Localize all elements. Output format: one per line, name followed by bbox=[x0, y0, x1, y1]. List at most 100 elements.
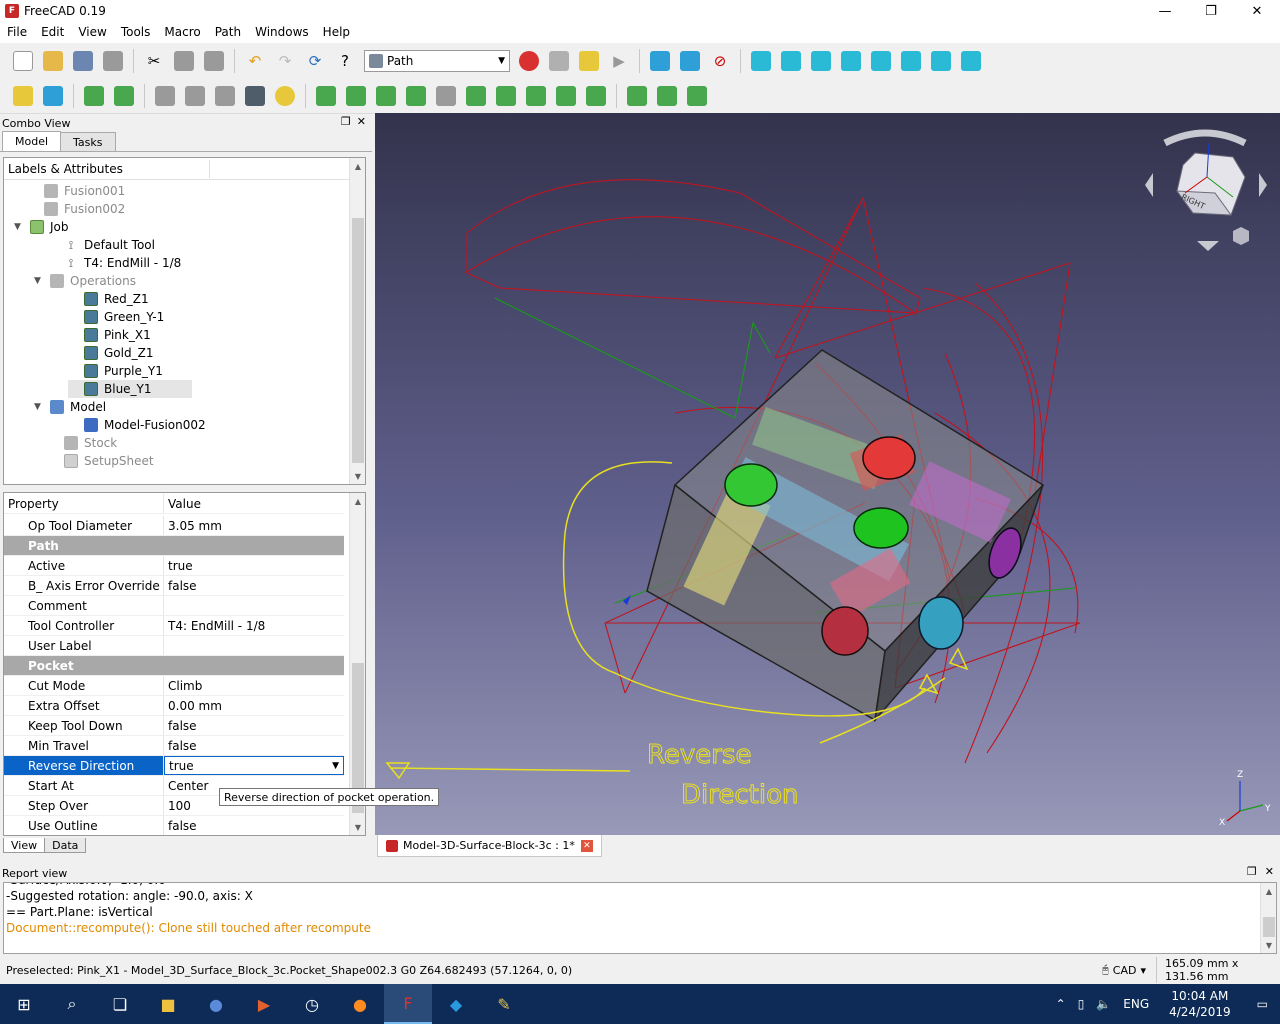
pocket-shape-button[interactable] bbox=[373, 83, 399, 109]
tree-item[interactable]: ⟟ Default Tool bbox=[48, 236, 155, 254]
restore-button[interactable]: ❐ bbox=[1188, 0, 1234, 22]
property-row[interactable]: Op Tool Diameter 3.05 mm bbox=[4, 516, 344, 536]
tree-item[interactable]: Blue_Y1 bbox=[68, 380, 192, 398]
tab-view[interactable]: View bbox=[3, 838, 46, 853]
scrollbar-thumb[interactable] bbox=[352, 218, 364, 463]
property-group[interactable]: Pocket bbox=[4, 656, 344, 676]
nav-left-arrow-icon[interactable] bbox=[1145, 173, 1153, 197]
engrave-button[interactable] bbox=[523, 83, 549, 109]
property-row[interactable]: Use Outline false bbox=[4, 816, 344, 835]
measure-button[interactable] bbox=[958, 48, 984, 74]
fit-all-button[interactable] bbox=[647, 48, 673, 74]
inspect-button[interactable] bbox=[242, 83, 268, 109]
app-button[interactable]: ● bbox=[192, 984, 240, 1024]
report-log[interactable]: -Surface/Axis:0.0, -1.0, 0.0 -Suggested r… bbox=[3, 882, 1277, 954]
refresh-button[interactable]: ⟳ bbox=[302, 48, 328, 74]
chevron-down-icon[interactable]: ▼ bbox=[332, 761, 339, 771]
stop-macro-button[interactable] bbox=[546, 48, 572, 74]
menu-file[interactable]: File bbox=[0, 22, 34, 43]
media-button[interactable]: ▶ bbox=[240, 984, 288, 1024]
volume-icon[interactable]: 🔈 bbox=[1096, 997, 1111, 1011]
paint-button[interactable]: ✎ bbox=[480, 984, 528, 1024]
document-tab[interactable]: Model-3D-Surface-Block-3c : 1* ✕ bbox=[377, 835, 602, 857]
part-folder-button[interactable] bbox=[40, 83, 66, 109]
paste-button[interactable] bbox=[201, 48, 227, 74]
scroll-up-icon[interactable]: ▲ bbox=[350, 158, 365, 174]
menu-tools[interactable]: Tools bbox=[114, 22, 158, 43]
expand-arrow-icon[interactable]: ▼ bbox=[34, 402, 46, 412]
save-button[interactable] bbox=[70, 48, 96, 74]
scroll-up-icon[interactable]: ▲ bbox=[350, 493, 365, 509]
vscode-button[interactable]: ◆ bbox=[432, 984, 480, 1024]
tab-model[interactable]: Model bbox=[2, 131, 62, 151]
top-view-button[interactable] bbox=[808, 48, 834, 74]
expand-arrow-icon[interactable]: ▼ bbox=[34, 276, 46, 286]
menu-macro[interactable]: Macro bbox=[157, 22, 207, 43]
copy-button[interactable] bbox=[171, 48, 197, 74]
property-row[interactable]: Comment bbox=[4, 596, 344, 616]
profile-button[interactable] bbox=[313, 83, 339, 109]
float-panel-icon[interactable]: ❐ bbox=[341, 115, 351, 128]
tree-item[interactable]: ⟟ T4: EndMill - 1/8 bbox=[48, 254, 182, 272]
navigation-cube[interactable]: RIGHT bbox=[1145, 129, 1267, 251]
open-button[interactable] bbox=[40, 48, 66, 74]
start-button[interactable]: ⊞ bbox=[0, 984, 48, 1024]
sanity-button[interactable] bbox=[212, 83, 238, 109]
rear-view-button[interactable] bbox=[868, 48, 894, 74]
tree-item[interactable]: Fusion002 bbox=[28, 200, 125, 218]
scroll-up-icon[interactable]: ▲ bbox=[1261, 883, 1276, 899]
edit-macro-button[interactable] bbox=[576, 48, 602, 74]
3d-viewport[interactable]: Reverse Direction RIGHT Z Y X bbox=[375, 113, 1280, 835]
float-panel-icon[interactable]: ❐ bbox=[1247, 865, 1257, 878]
tree-scrollbar[interactable]: ▲ ▼ bbox=[349, 158, 365, 484]
close-document-icon[interactable]: ✕ bbox=[580, 839, 593, 852]
undo-button[interactable]: ↶ bbox=[242, 48, 268, 74]
tree-item[interactable]: ▼ Job bbox=[14, 218, 69, 236]
property-row[interactable]: Min Travel false bbox=[4, 736, 344, 756]
battery-icon[interactable]: ▯ bbox=[1078, 997, 1085, 1011]
menu-view[interactable]: View bbox=[71, 22, 113, 43]
chevron-up-icon[interactable]: ⌃ bbox=[1056, 997, 1066, 1011]
property-row[interactable]: Keep Tool Down false bbox=[4, 716, 344, 736]
draw-style-button[interactable]: ⊘ bbox=[707, 48, 733, 74]
isometric-view-button[interactable] bbox=[748, 48, 774, 74]
workbench-selector[interactable]: Path ▼ bbox=[364, 50, 510, 72]
tree-item[interactable]: ▼ Model bbox=[34, 398, 106, 416]
print-button[interactable] bbox=[100, 48, 126, 74]
task-view-button[interactable]: ❏ bbox=[96, 984, 144, 1024]
cut-button[interactable]: ✂ bbox=[141, 48, 167, 74]
3d-pocket-button[interactable] bbox=[624, 83, 650, 109]
freecad-taskbar-button[interactable]: F bbox=[384, 984, 432, 1024]
tree-item[interactable]: Pink_X1 bbox=[68, 326, 151, 344]
left-view-button[interactable] bbox=[928, 48, 954, 74]
path-post-button[interactable] bbox=[111, 83, 137, 109]
view-menu-cube-icon[interactable] bbox=[1233, 227, 1249, 245]
drilling-button[interactable] bbox=[433, 83, 459, 109]
waterline-button[interactable] bbox=[684, 83, 710, 109]
alarm-button[interactable]: ◷ bbox=[288, 984, 336, 1024]
pocket-button[interactable] bbox=[343, 83, 369, 109]
path-job-button[interactable] bbox=[81, 83, 107, 109]
notifications-icon[interactable]: ▭ bbox=[1257, 997, 1268, 1011]
firefox-button[interactable]: ● bbox=[336, 984, 384, 1024]
new-document-button[interactable] bbox=[10, 48, 36, 74]
scroll-down-icon[interactable]: ▼ bbox=[350, 819, 365, 835]
tree-item[interactable]: Gold_Z1 bbox=[68, 344, 153, 362]
file-explorer-button[interactable]: ■ bbox=[144, 984, 192, 1024]
property-row[interactable]: Active true bbox=[4, 556, 344, 576]
record-macro-button[interactable] bbox=[516, 48, 542, 74]
property-row[interactable]: Cut Mode Climb bbox=[4, 676, 344, 696]
thread-mill-button[interactable] bbox=[583, 83, 609, 109]
fit-selection-button[interactable] bbox=[677, 48, 703, 74]
bottom-view-button[interactable] bbox=[898, 48, 924, 74]
tree-item[interactable]: ▼ Operations bbox=[34, 272, 136, 290]
tree-item[interactable]: Green_Y-1 bbox=[68, 308, 164, 326]
tree-item[interactable]: Stock bbox=[48, 434, 117, 452]
menu-help[interactable]: Help bbox=[316, 22, 357, 43]
clock[interactable]: 10:04 AM 4/24/2019 bbox=[1163, 988, 1237, 1020]
tree-item[interactable]: Model-Fusion002 bbox=[68, 416, 206, 434]
nav-right-arrow-icon[interactable] bbox=[1259, 173, 1267, 197]
scroll-down-icon[interactable]: ▼ bbox=[1261, 937, 1276, 953]
tree-item[interactable]: Red_Z1 bbox=[68, 290, 149, 308]
tab-tasks[interactable]: Tasks bbox=[60, 132, 116, 151]
